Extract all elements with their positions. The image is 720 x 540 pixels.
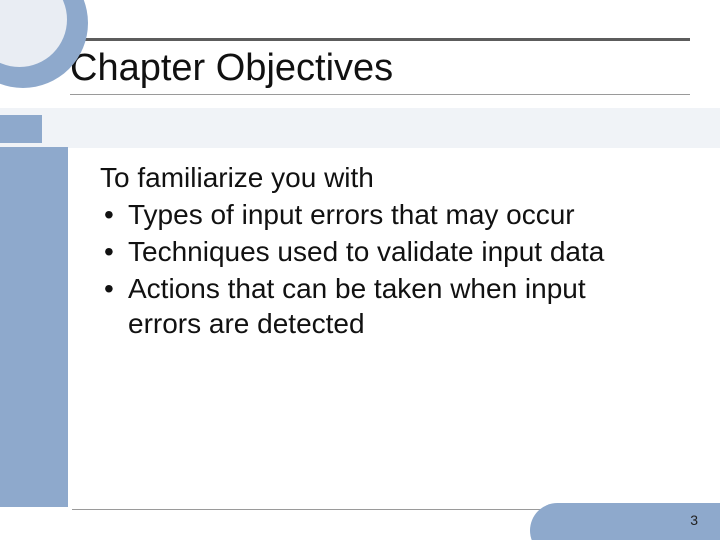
slide-content: To familiarize you with Types of input e… [100,160,660,341]
bullet-item: Techniques used to validate input data [100,234,660,269]
slide: Chapter Objectives To familiarize you wi… [0,0,720,540]
bullet-item: Actions that can be taken when input err… [100,271,660,341]
bullet-item: Types of input errors that may occur [100,197,660,232]
title-rule-bottom [70,94,690,95]
side-block-decoration [0,115,42,143]
title-rule-top [70,38,690,41]
light-band-decoration [0,108,720,148]
intro-text: To familiarize you with [100,160,660,195]
slide-title: Chapter Objectives [70,45,690,94]
bullet-list: Types of input errors that may occur Tec… [100,197,660,341]
side-block-decoration [0,147,68,507]
page-number: 3 [690,512,698,528]
title-area: Chapter Objectives [70,38,690,95]
